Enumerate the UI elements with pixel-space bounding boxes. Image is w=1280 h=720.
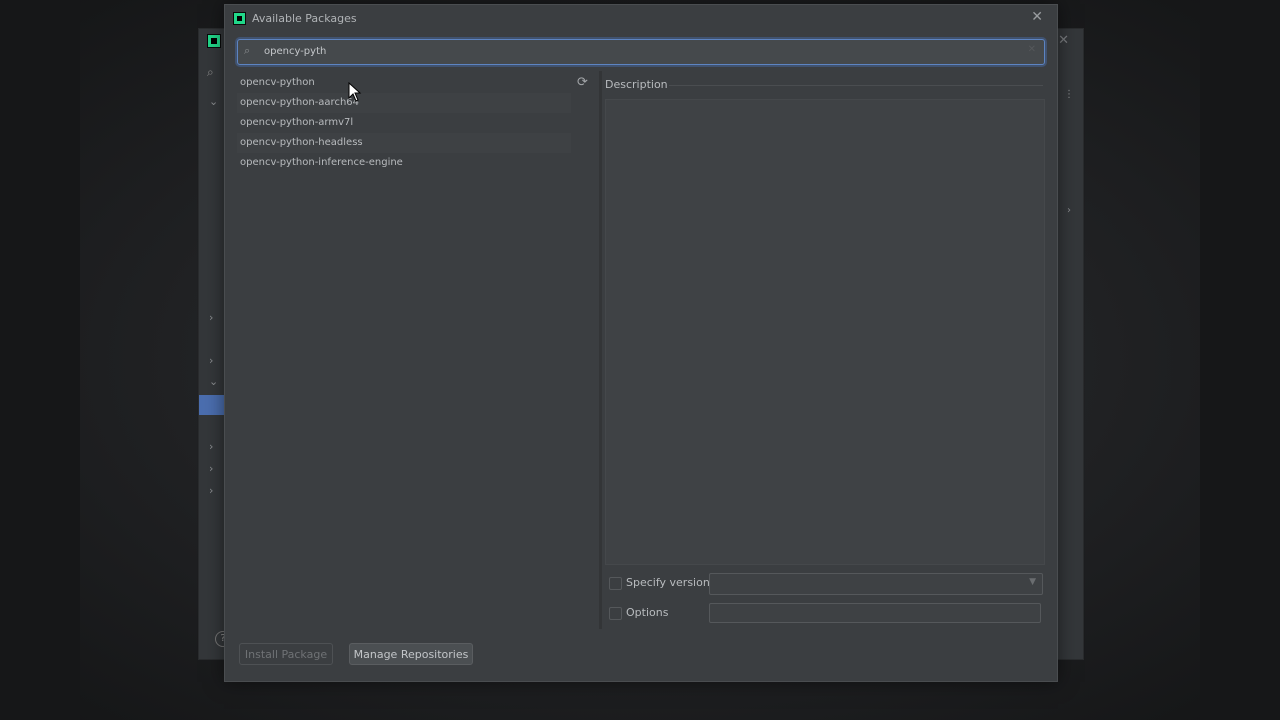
refresh-icon[interactable]: ⟳ (577, 75, 593, 91)
list-item[interactable]: opencv-python (237, 73, 571, 93)
backdrop-right (1200, 0, 1280, 720)
description-label: Description (605, 78, 668, 91)
pycharm-logo-icon (207, 34, 221, 48)
dialog-titlebar: Available Packages ✕ (225, 5, 1057, 31)
description-separator (669, 85, 1043, 86)
chevron-down-icon[interactable]: ⌄ (209, 376, 221, 388)
list-item[interactable]: opencv-python-headless (237, 133, 571, 153)
description-panel (605, 99, 1045, 565)
install-package-button[interactable]: Install Package (239, 643, 333, 665)
mouse-cursor-icon (348, 82, 362, 102)
pycharm-logo-icon (233, 12, 246, 25)
package-search-box[interactable]: ⌕ ✕ (237, 39, 1045, 65)
chevron-right-icon[interactable]: › (209, 355, 221, 367)
list-item[interactable]: opencv-python-armv7l (237, 113, 571, 133)
settings-sidebar: ⌕ ⌄ › › ⌄ › › › ? (199, 29, 231, 659)
specify-version-label: Specify version (626, 576, 710, 589)
dialog-title: Available Packages (252, 12, 357, 25)
chevron-right-icon[interactable]: › (209, 463, 221, 475)
specify-version-checkbox[interactable] (609, 577, 622, 590)
chevron-down-icon[interactable]: ⌄ (209, 96, 221, 108)
chevron-down-icon: ▼ (1029, 577, 1036, 587)
search-icon[interactable]: ⌕ (207, 65, 223, 81)
close-icon[interactable]: ✕ (1031, 9, 1043, 25)
available-packages-dialog: Available Packages ✕ ⌕ ✕ opencv-python o… (224, 4, 1058, 682)
chevron-right-icon[interactable]: › (209, 441, 221, 453)
options-checkbox[interactable] (609, 607, 622, 620)
panel-splitter[interactable] (599, 71, 602, 629)
package-search-input[interactable] (264, 42, 1024, 60)
chevron-right-icon[interactable]: › (209, 485, 221, 497)
backdrop-left (0, 0, 80, 720)
manage-repositories-button[interactable]: Manage Repositories (349, 643, 473, 665)
list-item[interactable]: opencv-python-inference-engine (237, 153, 571, 173)
selected-sidebar-item[interactable] (199, 395, 225, 415)
clear-search-icon[interactable]: ✕ (1028, 44, 1036, 55)
close-icon[interactable]: ✕ (1058, 33, 1069, 48)
options-label: Options (626, 606, 669, 619)
chevron-right-icon[interactable]: › (1055, 205, 1083, 227)
package-list: opencv-python opencv-python-aarch64 open… (237, 73, 571, 629)
scroll-handle[interactable]: ⋮ (1055, 89, 1083, 111)
search-icon: ⌕ (244, 44, 251, 57)
version-select[interactable]: ▼ (709, 573, 1043, 595)
options-input[interactable] (709, 603, 1041, 623)
list-item[interactable]: opencv-python-aarch64 (237, 93, 571, 113)
chevron-right-icon[interactable]: › (209, 312, 221, 324)
